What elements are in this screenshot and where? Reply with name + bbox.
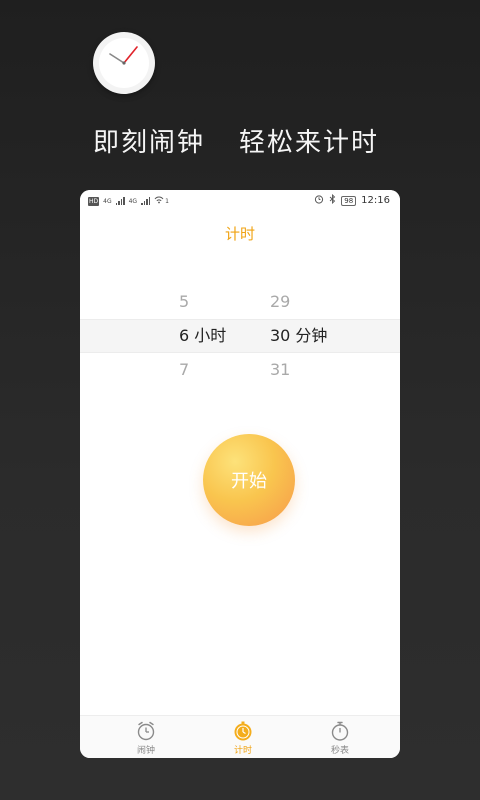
headline: 即刻闹钟 轻松来计时 [93,122,480,159]
wifi-icon [154,195,164,207]
status-time: 12:16 [361,195,390,206]
nav-label-alarm: 闹钟 [136,746,155,756]
signal-icon-2 [141,197,151,205]
hd-badge: HD [88,196,100,206]
signal-icon [115,197,125,205]
minute-prev[interactable]: 29 [270,286,290,318]
screen-title: 计时 [224,225,255,243]
bottom-nav: 闹钟 计时 秒表 [80,715,400,758]
minute-next[interactable]: 31 [270,354,290,386]
alarm-clock-icon [135,720,157,742]
minute-selected-value: 30 [270,326,291,345]
nav-item-timer[interactable]: 计时 [213,720,273,756]
nav-label-timer: 计时 [233,746,252,756]
minute-unit: 分钟 [295,326,328,345]
hour-next[interactable]: 7 [179,354,189,386]
hour-unit: 小时 [194,326,227,345]
battery-indicator: 98 [341,195,357,206]
hour-prev[interactable]: 5 [179,286,189,318]
nav-item-alarm[interactable]: 闹钟 [116,720,176,756]
bluetooth-icon [329,193,336,207]
status-bar: HD 4G 4G 1 98 12:16 [80,190,400,212]
network-label-2: 4G [128,197,138,205]
stopwatch-icon [329,720,351,742]
hour-selected-value: 6 [179,326,190,345]
nav-label-stopwatch: 秒表 [330,746,349,756]
wifi-superscript: 1 [165,197,169,205]
phone-screen: HD 4G 4G 1 98 12:16 计时 5 29 6 小时 30 分钟 7… [80,190,400,758]
picker-row-prev[interactable]: 5 29 [80,286,400,318]
app-clock-icon [93,32,155,94]
picker-row-selected[interactable]: 6 小时 30 分钟 [80,319,400,353]
network-label-1: 4G [103,197,112,205]
hour-selected[interactable]: 6 小时 [179,320,226,352]
headline-part-2: 轻松来计时 [239,128,380,158]
picker-row-next[interactable]: 7 31 [80,354,400,386]
headline-part-1: 即刻闹钟 [93,128,206,158]
nav-item-stopwatch[interactable]: 秒表 [310,720,370,756]
alarm-status-icon [314,194,324,207]
timer-icon [232,720,254,742]
minute-selected[interactable]: 30 分钟 [270,320,327,352]
start-button[interactable]: 开始 [203,434,295,526]
